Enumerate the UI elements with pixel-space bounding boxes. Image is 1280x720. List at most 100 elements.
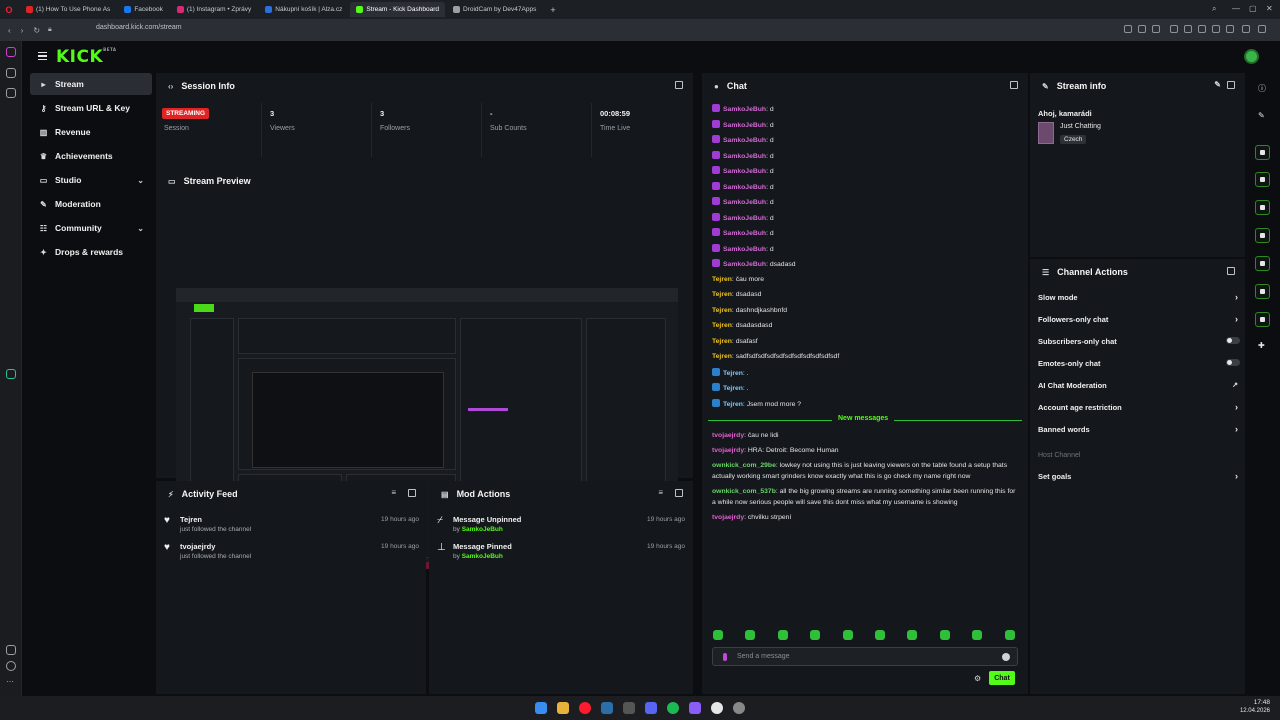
steam-icon[interactable] — [601, 702, 613, 714]
toggle-switch[interactable] — [1226, 337, 1240, 344]
browser-tab[interactable]: (1) How To Use Phone As — [20, 2, 116, 17]
chat-username[interactable]: Tejren — [723, 370, 743, 377]
new-tab-button[interactable]: + — [544, 2, 561, 17]
chat-username[interactable]: Tejren — [723, 401, 743, 408]
channel-action-followers-only-chat[interactable]: Followers-only chat › — [1038, 310, 1240, 328]
quick-action-2-icon[interactable] — [1255, 172, 1270, 187]
discord-icon[interactable] — [645, 702, 657, 714]
moderator-name[interactable]: SamkoJeBuh — [462, 526, 503, 533]
quick-action-6-icon[interactable] — [1255, 284, 1270, 299]
chat-username[interactable]: ownkick_com_537b — [712, 488, 776, 495]
search-tabs-icon[interactable]: ⌕ — [1212, 4, 1216, 14]
quick-action-7-icon[interactable] — [1255, 312, 1270, 327]
emote-icon[interactable] — [745, 630, 756, 640]
popout-icon[interactable] — [1010, 81, 1018, 89]
filter-icon[interactable]: ≡ — [391, 488, 396, 497]
emote-icon[interactable] — [842, 630, 853, 640]
chat-username[interactable]: SamkoJeBuh — [723, 230, 766, 237]
popout-icon[interactable] — [1227, 267, 1235, 275]
quick-action-3-icon[interactable] — [1255, 200, 1270, 215]
url-field[interactable]: dashboard.kick.com/stream — [96, 24, 182, 31]
sidebar-item-stream[interactable]: ▸ Stream — [30, 73, 152, 95]
chat-username[interactable]: Tejren — [712, 322, 732, 329]
chat-username[interactable]: Tejren — [712, 353, 732, 360]
download-icon[interactable] — [1212, 25, 1220, 33]
channel-action-emotes-only-chat[interactable]: Emotes-only chat — [1038, 354, 1240, 372]
chat-username[interactable]: SamkoJeBuh — [723, 246, 766, 253]
emoji-icon[interactable] — [1002, 653, 1010, 661]
emote-icon[interactable] — [713, 630, 723, 640]
pin-icon[interactable] — [6, 88, 16, 98]
quick-action-1-icon[interactable] — [1255, 145, 1270, 160]
browser-tab[interactable]: Facebook — [118, 2, 169, 17]
bookmarks-icon[interactable] — [6, 68, 16, 78]
channel-action-ai-chat-moderation[interactable]: AI Chat Moderation ↗ — [1038, 376, 1240, 394]
chat-username[interactable]: Tejren — [723, 385, 743, 392]
popout-icon[interactable] — [408, 489, 416, 497]
minimize-icon[interactable]: — — [1232, 4, 1240, 13]
chat-username[interactable]: SamkoJeBuh — [723, 199, 766, 206]
app-icon[interactable] — [6, 369, 16, 379]
chat-username[interactable]: ownkick_com_29be — [712, 462, 776, 469]
chat-username[interactable]: SamkoJeBuh — [723, 153, 766, 160]
moderator-name[interactable]: SamkoJeBuh — [462, 553, 503, 560]
chat-username[interactable]: SamkoJeBuh — [723, 261, 766, 268]
more-icon[interactable]: ⋯ — [6, 677, 16, 687]
close-window-icon[interactable]: ✕ — [1266, 4, 1273, 13]
heart-icon[interactable] — [6, 645, 16, 655]
browser-tab[interactable]: Nákupní košík | Alza.cz — [259, 2, 348, 17]
browser-tab[interactable]: Stream - Kick Dashboard — [350, 2, 445, 17]
snapshot-icon[interactable] — [1226, 25, 1234, 33]
activity-user[interactable]: tvojaejrdy — [180, 542, 215, 551]
chevron-down-icon[interactable]: ⌄ — [137, 224, 144, 233]
opera-browser-icon[interactable] — [579, 702, 591, 714]
hamburger-menu-icon[interactable] — [38, 52, 47, 60]
app-icon[interactable] — [623, 702, 635, 714]
chat-username[interactable]: SamkoJeBuh — [723, 106, 766, 113]
sidebar-item-drops-rewards[interactable]: ✦ Drops & rewards — [30, 241, 152, 263]
history-icon[interactable] — [6, 661, 16, 671]
emote-icon[interactable] — [907, 630, 918, 640]
messenger-icon[interactable] — [6, 47, 16, 57]
spotify-icon[interactable] — [667, 702, 679, 714]
set-goals-action[interactable]: Set goals › — [1038, 467, 1240, 485]
edit-icon[interactable]: ✎︎ — [1258, 111, 1265, 120]
add-quick-action-icon[interactable]: ✚ — [1258, 341, 1265, 350]
chat-username[interactable]: SamkoJeBuh — [723, 184, 766, 191]
quick-action-5-icon[interactable] — [1255, 256, 1270, 271]
emote-icon[interactable] — [939, 630, 950, 640]
chat-username[interactable]: Tejren — [712, 307, 732, 314]
sidebar-item-studio[interactable]: ▭ Studio ⌄ — [30, 169, 152, 191]
popout-icon[interactable] — [675, 81, 683, 89]
channel-action-subscribers-only-chat[interactable]: Subscribers-only chat — [1038, 332, 1240, 350]
emote-icon[interactable] — [777, 630, 788, 640]
user-avatar[interactable] — [1244, 49, 1259, 64]
channel-action-account-age-restriction[interactable]: Account age restriction › — [1038, 398, 1240, 416]
sidebar-item-achievements[interactable]: ♛ Achievements — [30, 145, 152, 167]
sidebar-item-stream-url-key[interactable]: ⚷ Stream URL & Key — [30, 97, 152, 119]
info-icon[interactable]: ⓘ — [1258, 83, 1266, 94]
channel-action-banned-words[interactable]: Banned words › — [1038, 420, 1240, 438]
quick-action-4-icon[interactable] — [1255, 228, 1270, 243]
camera-icon[interactable] — [1138, 25, 1146, 33]
chat-username[interactable]: SamkoJeBuh — [723, 215, 766, 222]
emote-icon[interactable] — [875, 630, 885, 640]
toggle-switch[interactable] — [1226, 359, 1240, 366]
emote-icon[interactable] — [1004, 630, 1015, 640]
kick-logo[interactable]: KICKBETA — [56, 47, 116, 67]
popout-icon[interactable] — [675, 489, 683, 497]
back-icon[interactable]: ‹ — [8, 26, 11, 35]
forward-icon[interactable]: › — [21, 26, 24, 35]
sidebar-item-community[interactable]: ☷ Community ⌄ — [30, 217, 152, 239]
activity-user[interactable]: Tejren — [180, 515, 202, 524]
chat-username[interactable]: tvojaejrdy — [712, 514, 744, 521]
menu-icon[interactable] — [1258, 25, 1266, 33]
reload-icon[interactable]: ↻ — [33, 26, 40, 35]
chat-username[interactable]: Tejren — [712, 291, 732, 298]
extension-icon[interactable] — [1124, 25, 1132, 33]
edit-pencil-icon[interactable]: ✎︎ — [1214, 80, 1221, 89]
opera-logo-icon[interactable]: O — [0, 2, 18, 17]
obs-icon[interactable] — [711, 702, 723, 714]
chat-username[interactable]: Tejren — [712, 276, 732, 283]
chevron-down-icon[interactable]: ⌄ — [137, 176, 144, 185]
